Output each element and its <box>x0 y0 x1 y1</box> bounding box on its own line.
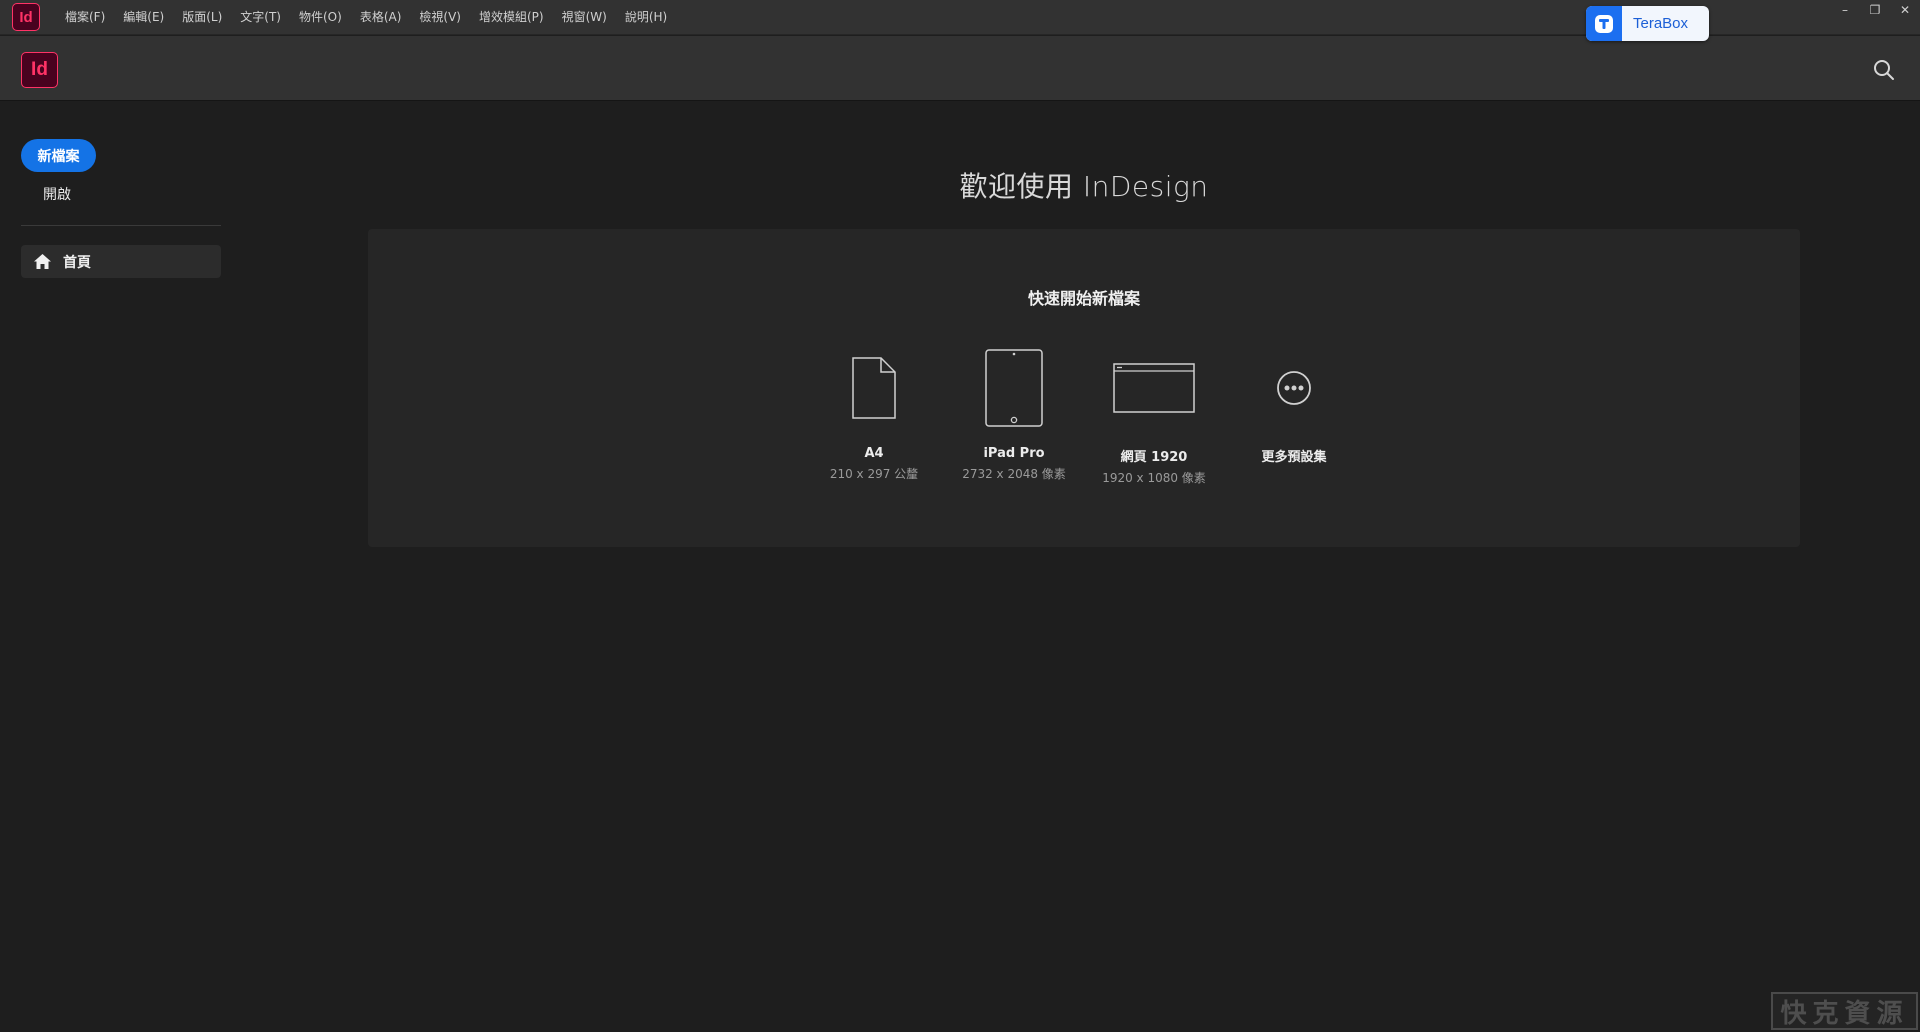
new-file-button[interactable]: 新檔案 <box>21 139 96 172</box>
more-icon <box>1277 371 1311 405</box>
menu-file[interactable]: 檔案(F) <box>56 0 114 35</box>
page-title: 歡迎使用 InDesign <box>959 170 1209 203</box>
preset-name: 網頁 1920 <box>1120 450 1188 465</box>
document-icon <box>852 357 896 419</box>
preset-size: 1920 x 1080 像素 <box>1102 471 1206 485</box>
menu-plugins[interactable]: 增效模組(P) <box>470 0 553 35</box>
sidebar-item-home[interactable]: 首頁 <box>21 245 221 278</box>
menu-edit[interactable]: 編輯(E) <box>114 0 173 35</box>
menu-help[interactable]: 說明(H) <box>616 0 676 35</box>
menu-window[interactable]: 視窗(W) <box>553 0 616 35</box>
sidebar-item-label: 首頁 <box>63 254 91 271</box>
app-icon[interactable]: Id <box>12 3 40 31</box>
menu-view[interactable]: 檢視(V) <box>410 0 470 35</box>
menu-type[interactable]: 文字(T) <box>231 0 290 35</box>
menu-object[interactable]: 物件(O) <box>290 0 351 35</box>
preset-size: 210 x 297 公釐 <box>829 467 919 481</box>
sidebar-divider <box>21 225 221 226</box>
open-button[interactable]: 開啟 <box>43 184 71 204</box>
preset-name: 更多預設集 <box>1261 450 1327 465</box>
preset-web-1920[interactable]: 網頁 1920 1920 x 1080 像素 <box>1089 347 1219 486</box>
menu-layout[interactable]: 版面(L) <box>173 0 231 35</box>
menu-table[interactable]: 表格(A) <box>351 0 411 35</box>
sidebar: 新檔案 開啟 首頁 <box>0 102 240 1032</box>
search-icon <box>1874 60 1894 80</box>
terabox-label: TeraBox <box>1633 15 1689 32</box>
minimize-button[interactable]: – <box>1830 0 1860 20</box>
watermark-text: 快克資源 <box>1780 998 1909 1029</box>
app-header: Id <box>0 36 1920 101</box>
terabox-button[interactable]: TeraBox <box>1586 6 1709 41</box>
preset-size: 2732 x 2048 像素 <box>962 467 1066 481</box>
tablet-icon <box>985 349 1043 427</box>
quickstart-panel: 快速開始新檔案 A4 210 x 297 公釐 iPad Pro 2732 x … <box>368 229 1800 547</box>
terabox-icon <box>1586 6 1622 41</box>
home-icon <box>34 254 51 269</box>
search-button[interactable] <box>1872 58 1896 82</box>
browser-window-icon <box>1113 363 1195 413</box>
watermark: 快克資源 <box>1771 992 1918 1030</box>
close-button[interactable]: ✕ <box>1890 0 1920 20</box>
preset-name: A4 <box>864 446 884 461</box>
indesign-logo: Id <box>21 52 58 88</box>
preset-name: iPad Pro <box>983 446 1045 461</box>
preset-more[interactable]: 更多預設集 <box>1229 347 1359 465</box>
window-controls: – ❐ ✕ <box>1830 0 1920 20</box>
restore-button[interactable]: ❐ <box>1860 0 1890 20</box>
preset-a4[interactable]: A4 210 x 297 公釐 <box>809 347 939 482</box>
quickstart-title: 快速開始新檔案 <box>1027 289 1140 308</box>
preset-ipad-pro[interactable]: iPad Pro 2732 x 2048 像素 <box>949 347 1079 482</box>
